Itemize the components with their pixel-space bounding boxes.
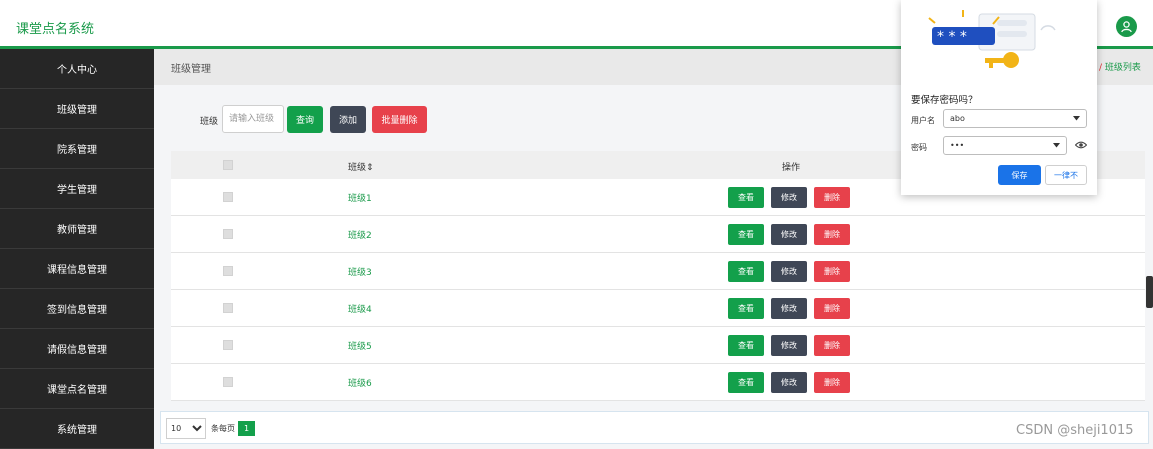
sidebar-item-class-management[interactable]: 班级管理 (0, 89, 154, 129)
chevron-down-icon (1073, 114, 1080, 123)
sidebar-item-course-management[interactable]: 课程信息管理 (0, 249, 154, 289)
table-row: 班级2 查看 修改 删除 (171, 216, 1145, 253)
sidebar-item-personal-center[interactable]: 个人中心 (0, 49, 154, 89)
breadcrumb: / 班级列表 (1099, 60, 1141, 73)
popup-title: 要保存密码吗？ (911, 95, 978, 106)
delete-button[interactable]: 删除 (814, 335, 850, 356)
view-button[interactable]: 查看 (728, 224, 764, 245)
add-button[interactable]: 添加 (330, 106, 366, 133)
table-row: 班级4 查看 修改 删除 (171, 290, 1145, 327)
sidebar-item-teacher-management[interactable]: 教师管理 (0, 209, 154, 249)
batch-delete-button[interactable]: 批量删除 (372, 106, 427, 133)
class-search-input[interactable] (222, 105, 284, 133)
row-checkbox[interactable] (223, 377, 233, 387)
page-number-button[interactable]: 1 (238, 421, 255, 436)
column-header-class[interactable]: 班级⇕ (348, 160, 374, 173)
delete-button[interactable]: 删除 (814, 261, 850, 282)
show-password-eye-icon[interactable] (1075, 140, 1087, 150)
page-size-label: 条每页 (211, 424, 235, 433)
sidebar-item-checkin-management[interactable]: 签到信息管理 (0, 289, 154, 329)
sidebar-item-department-management[interactable]: 院系管理 (0, 129, 154, 169)
sidebar-item-label: 学生管理 (57, 185, 97, 196)
username-value: abo (950, 114, 965, 123)
class-name-link[interactable]: 班级5 (348, 339, 372, 352)
table-row: 班级6 查看 修改 删除 (171, 364, 1145, 401)
column-header-actions: 操作 (782, 163, 801, 173)
sidebar-item-label: 班级管理 (57, 105, 97, 116)
view-button[interactable]: 查看 (728, 372, 764, 393)
page-size-select[interactable]: 10 (166, 418, 206, 439)
class-name-link[interactable]: 班级6 (348, 376, 372, 389)
user-avatar-icon[interactable] (1116, 16, 1137, 37)
query-button[interactable]: 查询 (287, 106, 323, 133)
row-checkbox[interactable] (223, 303, 233, 313)
sidebar-item-leave-management[interactable]: 请假信息管理 (0, 329, 154, 369)
delete-button[interactable]: 删除 (814, 372, 850, 393)
password-label: 密码 (911, 143, 927, 152)
sidebar-item-label: 课堂点名管理 (47, 385, 107, 396)
table-row: 班级3 查看 修改 删除 (171, 253, 1145, 290)
sidebar-item-label: 系统管理 (57, 425, 97, 436)
chevron-down-icon (1053, 141, 1060, 150)
delete-button[interactable]: 删除 (814, 224, 850, 245)
username-label: 用户名 (911, 116, 935, 125)
sidebar: 个人中心 班级管理 院系管理 学生管理 教师管理 课程信息管理 签到信息管理 请… (0, 49, 154, 449)
row-checkbox[interactable] (223, 266, 233, 276)
class-name-link[interactable]: 班级3 (348, 265, 372, 278)
sidebar-item-label: 签到信息管理 (47, 305, 107, 316)
edit-button[interactable]: 修改 (771, 187, 807, 208)
breadcrumb-separator: / (1099, 63, 1103, 73)
edit-button[interactable]: 修改 (771, 261, 807, 282)
class-name-link[interactable]: 班级2 (348, 228, 372, 241)
edit-button[interactable]: 修改 (771, 372, 807, 393)
scrollbar-thumb[interactable] (1146, 276, 1153, 308)
select-all-checkbox[interactable] (223, 160, 233, 170)
sidebar-item-system-management[interactable]: 系统管理 (0, 409, 154, 449)
never-save-button[interactable]: 一律不 (1045, 165, 1087, 185)
row-checkbox[interactable] (223, 192, 233, 202)
watermark: CSDN @sheji1015 (1016, 423, 1134, 438)
sidebar-item-label: 请假信息管理 (47, 345, 107, 356)
view-button[interactable]: 查看 (728, 298, 764, 319)
table-row: 班级5 查看 修改 删除 (171, 327, 1145, 364)
search-label: 班级 (200, 117, 219, 127)
sidebar-item-label: 课程信息管理 (47, 265, 107, 276)
illustration-password-text: * * * (937, 29, 967, 45)
pagination: 10 条每页 1 (160, 411, 1149, 444)
save-password-popup: * * * 要保存密码吗？ 用户名 abo 密码 ••• 保存 一律不 (901, 0, 1097, 195)
password-key-illustration-icon: * * * (928, 10, 1056, 68)
view-button[interactable]: 查看 (728, 187, 764, 208)
view-button[interactable]: 查看 (728, 261, 764, 282)
sidebar-item-label: 教师管理 (57, 225, 97, 236)
view-button[interactable]: 查看 (728, 335, 764, 356)
class-name-link[interactable]: 班级4 (348, 302, 372, 315)
row-checkbox[interactable] (223, 229, 233, 239)
class-name-link[interactable]: 班级1 (348, 191, 372, 204)
app-title: 课堂点名系统 (16, 22, 95, 37)
password-field[interactable]: ••• (943, 136, 1067, 155)
page-title: 班级管理 (171, 64, 211, 75)
sidebar-item-rollcall-management[interactable]: 课堂点名管理 (0, 369, 154, 409)
username-field[interactable]: abo (943, 109, 1087, 128)
breadcrumb-current[interactable]: 班级列表 (1105, 63, 1141, 73)
delete-button[interactable]: 删除 (814, 298, 850, 319)
sidebar-item-student-management[interactable]: 学生管理 (0, 169, 154, 209)
row-checkbox[interactable] (223, 340, 233, 350)
sidebar-item-label: 个人中心 (57, 65, 97, 76)
edit-button[interactable]: 修改 (771, 335, 807, 356)
password-value: ••• (950, 141, 965, 150)
delete-button[interactable]: 删除 (814, 187, 850, 208)
sidebar-item-label: 院系管理 (57, 145, 97, 156)
save-password-button[interactable]: 保存 (998, 165, 1041, 185)
edit-button[interactable]: 修改 (771, 298, 807, 319)
edit-button[interactable]: 修改 (771, 224, 807, 245)
